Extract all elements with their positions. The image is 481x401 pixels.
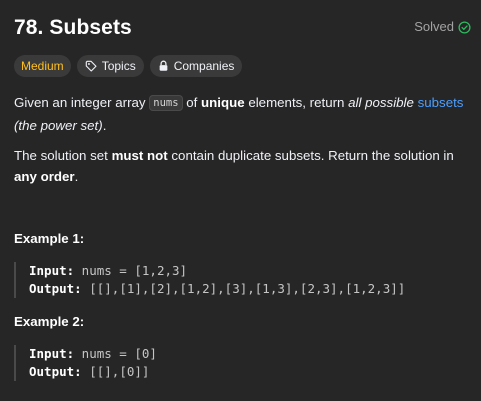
problem-title[interactable]: 78. Subsets [14, 14, 132, 42]
tag-icon [85, 60, 97, 72]
lock-icon [159, 60, 168, 71]
tag-row: Medium Topics Companies [14, 55, 243, 77]
inline-code-nums: nums [149, 95, 183, 111]
topics-button[interactable]: Topics [76, 55, 144, 77]
topics-label: Topics [101, 59, 136, 73]
input-value: nums = [1,2,3] [74, 263, 188, 278]
example-2-block: Input: nums = [0] Output: [[],[0]] [14, 345, 157, 381]
example-1-input-line: Input: nums = [1,2,3] [29, 262, 405, 280]
subsets-link[interactable]: subsets [418, 95, 464, 110]
companies-label: Companies [173, 59, 235, 73]
example-2-output-line: Output: [[],[0]] [29, 363, 157, 381]
desc-italic-all-possible: all possible [348, 95, 414, 110]
input-label: Input: [29, 346, 75, 361]
example-2-input-line: Input: nums = [0] [29, 345, 157, 363]
input-value: nums = [0] [74, 346, 157, 361]
companies-button[interactable]: Companies [149, 55, 243, 77]
desc-text: . [74, 169, 79, 184]
input-label: Input: [29, 263, 75, 278]
example-1-block: Input: nums = [1,2,3] Output: [[],[1],[2… [14, 262, 405, 298]
output-label: Output: [29, 281, 82, 296]
desc-bold-must-not: must not [111, 148, 168, 163]
output-label: Output: [29, 364, 82, 379]
example-2-title: Example 2: [14, 314, 85, 329]
desc-text: . [102, 118, 107, 133]
title-row: 78. Subsets Solved [14, 14, 471, 44]
desc-text: elements, return [244, 95, 349, 110]
solved-status: Solved [414, 18, 471, 36]
desc-text: Given an integer array [14, 95, 150, 110]
desc-italic-power-set: (the power set) [14, 118, 103, 133]
description-paragraph-2: The solution set must not contain duplic… [14, 145, 467, 187]
desc-text: The solution set [14, 148, 112, 163]
difficulty-label: Medium [21, 59, 64, 73]
solved-label: Solved [414, 19, 454, 34]
example-1-title: Example 1: [14, 231, 85, 246]
desc-bold-unique: unique [201, 95, 245, 110]
example-1-output-line: Output: [[],[1],[2],[1,2],[3],[1,3],[2,3… [29, 280, 405, 298]
desc-bold-any-order: any order [14, 169, 75, 184]
description-paragraph-1: Given an integer array nums of unique el… [14, 92, 467, 136]
output-value: [[],[1],[2],[1,2],[3],[1,3],[2,3],[1,2,3… [81, 281, 406, 296]
output-value: [[],[0]] [81, 364, 150, 379]
check-circle-icon [458, 20, 471, 34]
difficulty-badge: Medium [14, 55, 71, 77]
desc-text: of [182, 95, 202, 110]
desc-text: contain duplicate subsets. Return the so… [167, 148, 454, 163]
